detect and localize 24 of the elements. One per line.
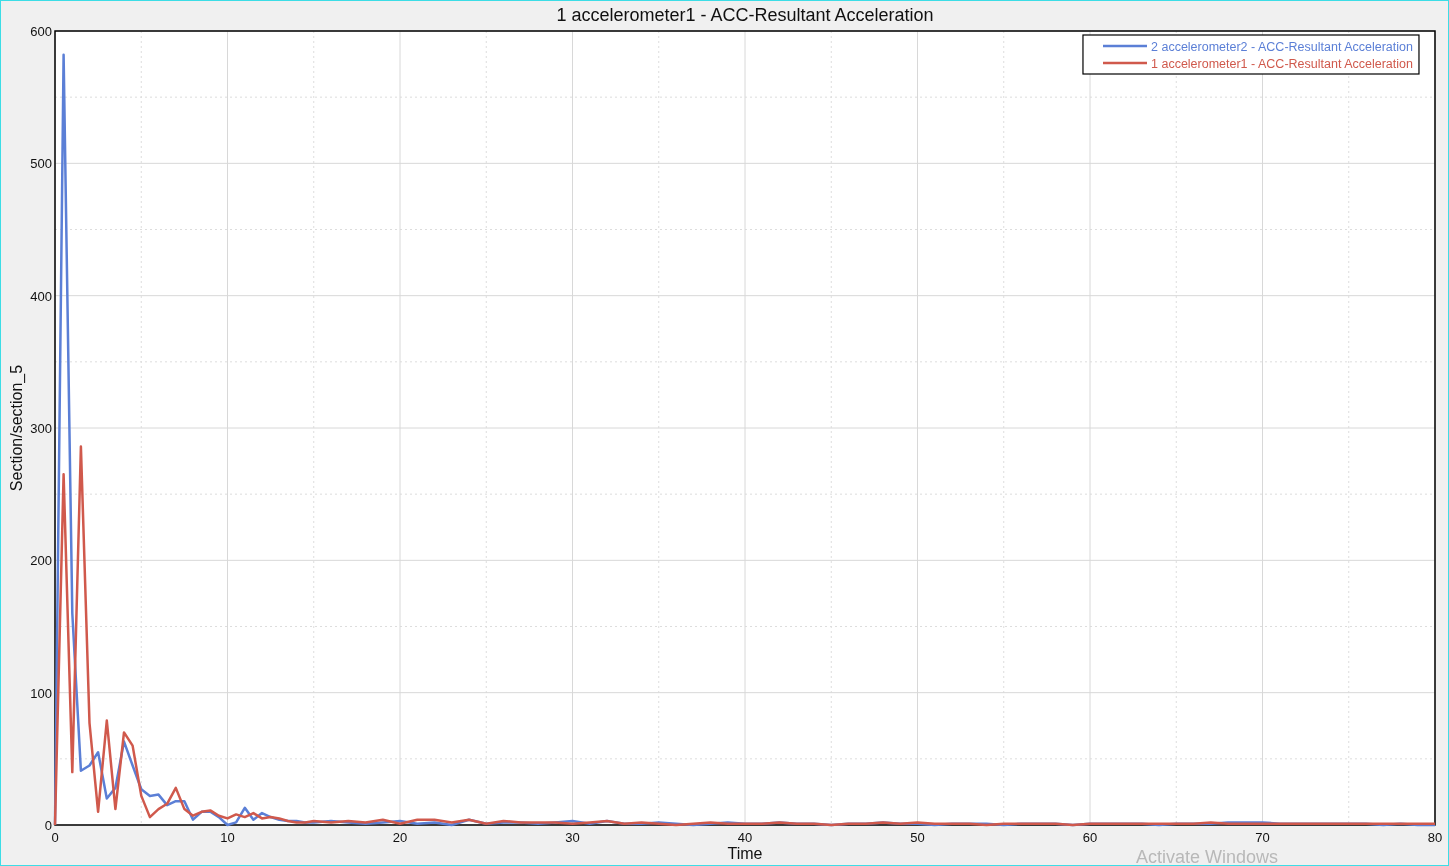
- x-axis-title: Time: [727, 845, 763, 862]
- x-tick-label: 80: [1427, 830, 1443, 845]
- x-tick-label: 20: [392, 830, 408, 845]
- activate-windows-notice: Activate Windows: [1136, 847, 1279, 865]
- y-axis-title: Section/section_5: [8, 364, 25, 492]
- legend-line-swatch: [1103, 61, 1147, 65]
- y-tick-label: 100: [30, 685, 52, 701]
- legend-label: 1 accelerometer1 - ACC-Resultant Acceleration: [1151, 56, 1413, 71]
- x-tick-label: 50: [910, 830, 925, 845]
- y-tick-label: 300: [30, 421, 52, 436]
- legend-label: 2 accelerometer2 - ACC-Resultant Acceleration: [1151, 39, 1413, 54]
- y-tick-label: 400: [30, 288, 52, 304]
- x-tick-label: 10: [220, 830, 235, 845]
- x-tick-label: 60: [1082, 830, 1098, 845]
- y-tick-label: 500: [30, 156, 52, 172]
- legend-line-swatch: [1103, 44, 1147, 48]
- x-tick-label: 0: [51, 830, 59, 845]
- x-tick-label: 70: [1255, 830, 1270, 845]
- y-tick-label: 0: [44, 818, 52, 833]
- y-tick-label: 600: [30, 24, 52, 39]
- y-tick-label: 200: [30, 553, 52, 569]
- x-tick-label: 30: [565, 830, 580, 845]
- x-tick-label: 40: [737, 830, 753, 845]
- chart-title: 1 accelerometer1 - ACC-Resultant Acceleration: [556, 5, 934, 25]
